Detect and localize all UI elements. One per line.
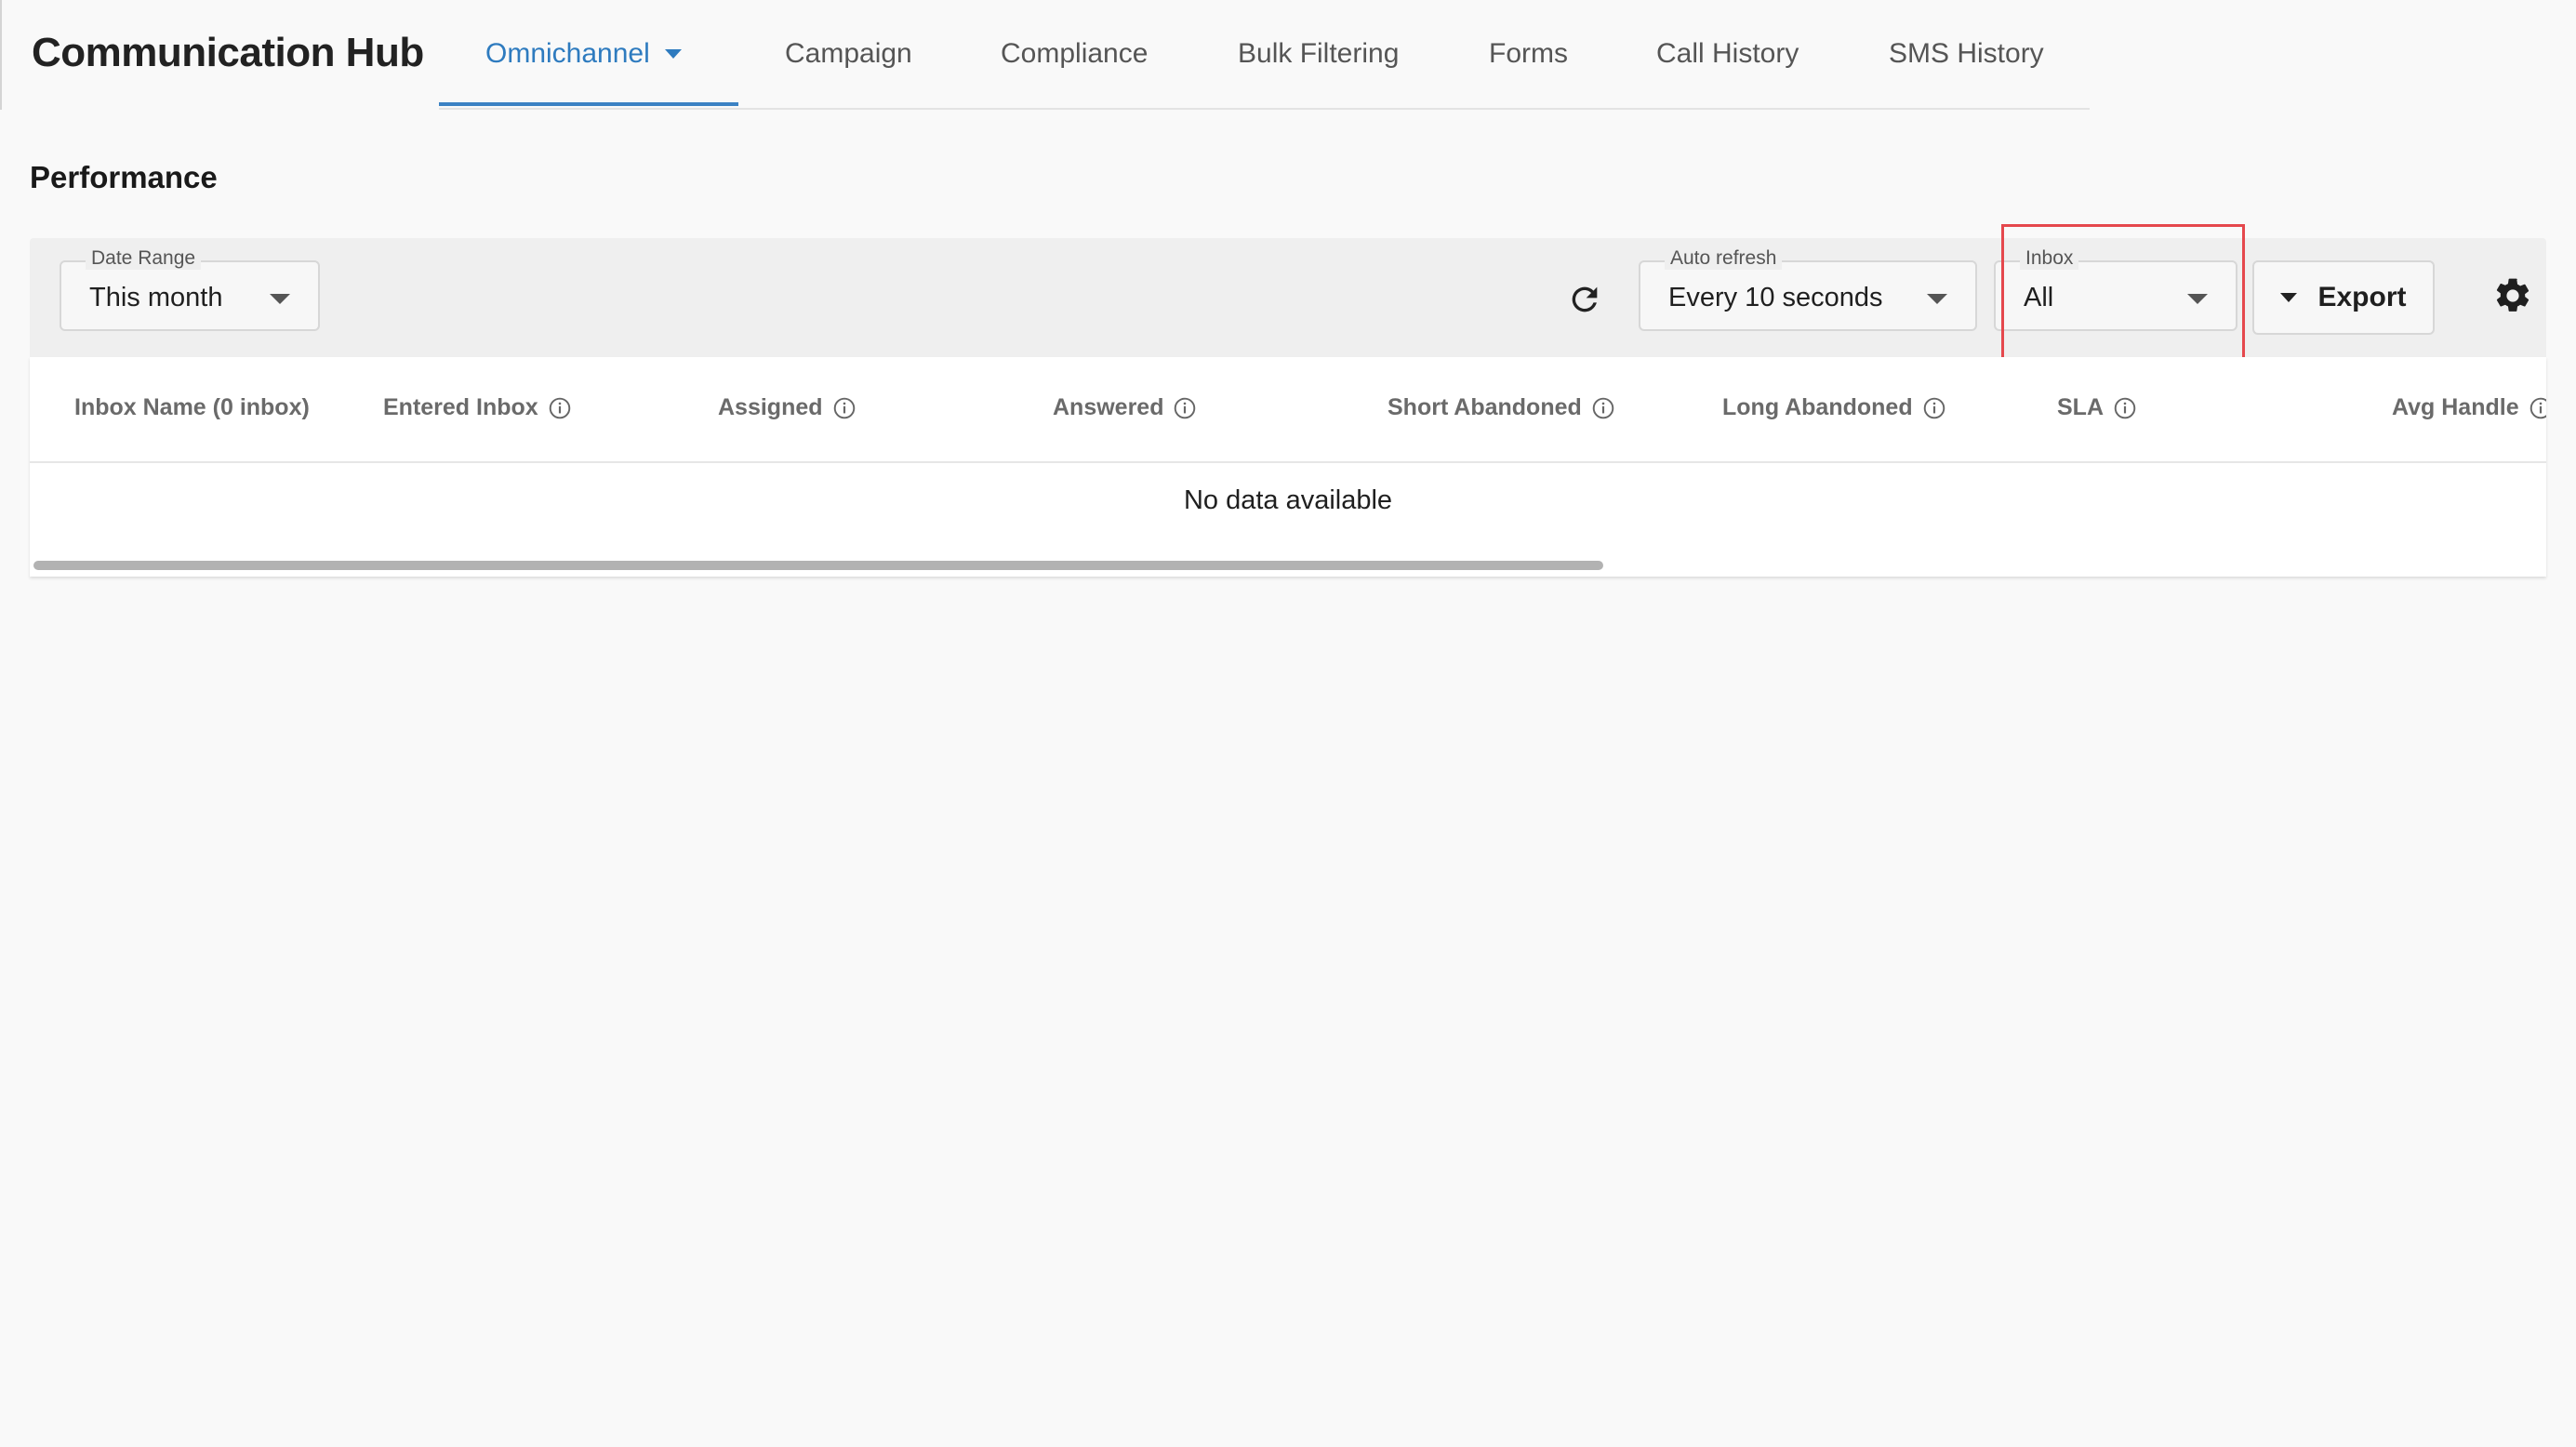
main-tabs: Omnichannel Campaign Compliance Bulk Fil… xyxy=(439,0,2090,110)
column-header-short-abandoned[interactable]: Short Abandoned xyxy=(1388,394,1615,421)
tab-bulk-filtering[interactable]: Bulk Filtering xyxy=(1238,0,1399,108)
column-header-assigned[interactable]: Assigned xyxy=(718,394,856,421)
column-header-long-abandoned[interactable]: Long Abandoned xyxy=(1722,394,1946,421)
table-header: Inbox Name (0 inbox) Entered Inbox Assig… xyxy=(30,357,2546,463)
tab-sms-history[interactable]: SMS History xyxy=(1889,0,2044,108)
tab-label: SMS History xyxy=(1889,38,2044,69)
column-label: Long Abandoned xyxy=(1722,394,1913,420)
chevron-down-icon xyxy=(2280,293,2298,302)
date-range-label: Date Range xyxy=(86,247,202,270)
chevron-down-icon xyxy=(1927,294,1947,304)
inbox-label: Inbox xyxy=(2020,247,2079,270)
tab-compliance[interactable]: Compliance xyxy=(1001,0,1148,108)
column-label: Inbox Name (0 inbox) xyxy=(74,394,310,420)
app-title: Communication Hub xyxy=(32,30,424,75)
inbox-value: All xyxy=(2024,283,2054,312)
empty-state-text: No data available xyxy=(1183,485,1393,515)
chevron-down-icon xyxy=(2187,294,2208,304)
column-label: Answered xyxy=(1053,394,1164,420)
column-label: Assigned xyxy=(718,394,823,420)
filter-toolbar: Date Range This month Auto refresh Every… xyxy=(30,238,2546,357)
chevron-down-icon xyxy=(270,294,290,304)
info-icon[interactable] xyxy=(2529,396,2546,420)
export-label: Export xyxy=(2317,282,2407,312)
column-header-entered-inbox[interactable]: Entered Inbox xyxy=(383,394,572,421)
section-title: Performance xyxy=(30,160,218,194)
app-header: Communication Hub Omnichannel Campaign C… xyxy=(0,0,2090,110)
info-icon[interactable] xyxy=(832,396,856,420)
column-label: SLA xyxy=(2057,394,2104,420)
column-header-sla[interactable]: SLA xyxy=(2057,394,2137,421)
info-icon[interactable] xyxy=(1922,396,1946,420)
auto-refresh-value: Every 10 seconds xyxy=(1668,283,1883,312)
tab-call-history[interactable]: Call History xyxy=(1656,0,1799,108)
auto-refresh-select[interactable]: Auto refresh Every 10 seconds xyxy=(1639,247,1977,331)
date-range-select[interactable]: Date Range This month xyxy=(60,247,320,331)
info-icon[interactable] xyxy=(1591,396,1615,420)
inbox-select[interactable]: Inbox All xyxy=(1994,247,2237,331)
tab-label: Bulk Filtering xyxy=(1238,38,1400,69)
performance-table: Inbox Name (0 inbox) Entered Inbox Assig… xyxy=(30,357,2546,577)
tab-label: Compliance xyxy=(1001,38,1149,69)
column-label: Short Abandoned xyxy=(1388,394,1582,420)
column-label: Entered Inbox xyxy=(383,394,538,420)
tab-omnichannel[interactable]: Omnichannel xyxy=(485,0,682,108)
export-button[interactable]: Export xyxy=(2252,260,2435,335)
chevron-down-icon xyxy=(664,49,682,59)
info-icon[interactable] xyxy=(2113,396,2137,420)
tab-campaign[interactable]: Campaign xyxy=(785,0,912,108)
refresh-icon[interactable] xyxy=(1566,281,1603,318)
tab-forms[interactable]: Forms xyxy=(1489,0,1568,108)
column-header-avg-handle[interactable]: Avg Handle xyxy=(2392,394,2546,421)
column-label: Avg Handle xyxy=(2392,394,2519,420)
tab-label: Call History xyxy=(1656,38,1799,69)
horizontal-scrollbar[interactable] xyxy=(33,561,1603,570)
gear-icon[interactable] xyxy=(2492,275,2533,316)
auto-refresh-label: Auto refresh xyxy=(1665,247,1783,270)
tab-label: Campaign xyxy=(785,38,912,69)
date-range-value: This month xyxy=(89,283,223,312)
info-icon[interactable] xyxy=(1173,396,1197,420)
column-header-inbox-name[interactable]: Inbox Name (0 inbox) xyxy=(74,394,310,421)
info-icon[interactable] xyxy=(548,396,572,420)
tab-label: Forms xyxy=(1489,38,1568,69)
tab-label: Omnichannel xyxy=(485,38,650,69)
column-header-answered[interactable]: Answered xyxy=(1053,394,1197,421)
